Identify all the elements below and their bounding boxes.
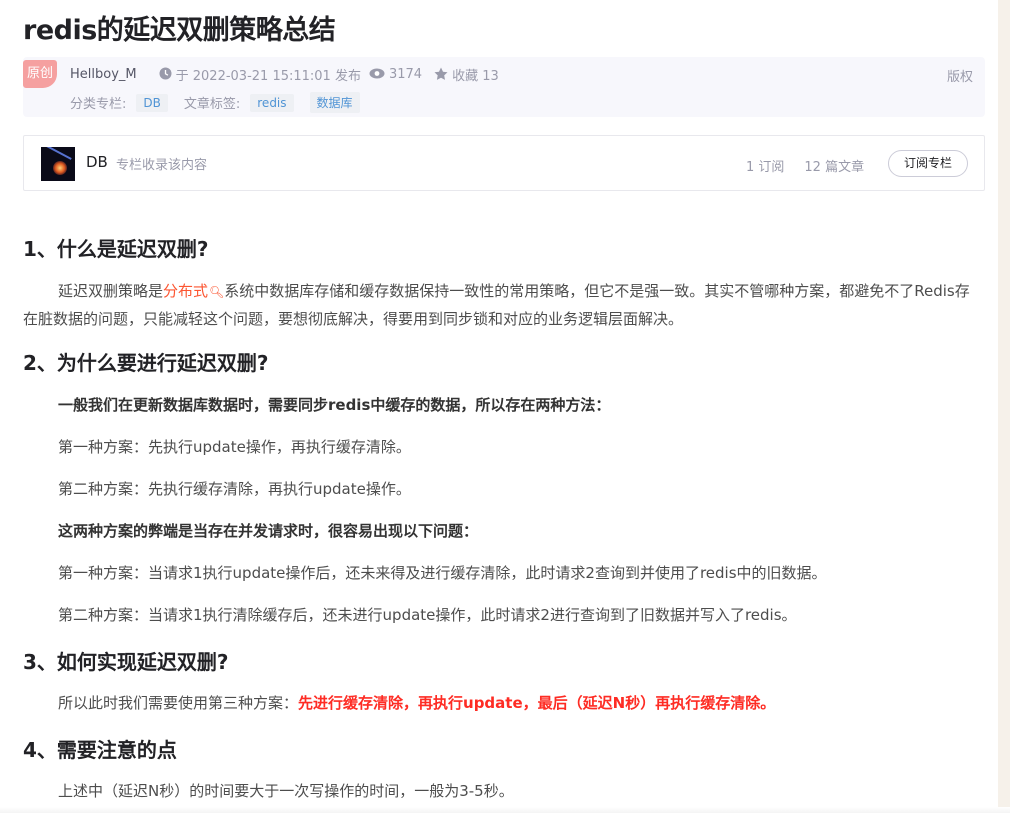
- distributed-keyword-link[interactable]: 分布式🔍︎: [163, 282, 224, 300]
- section-heading-4: 4、需要注意的点: [23, 738, 177, 762]
- tag-redis[interactable]: redis: [250, 93, 294, 112]
- publish-time: 于 2022-03-21 15:11:01 发布: [175, 69, 361, 84]
- paragraph-option-1: 第一种方案：先执行update操作，再执行缓存清除。: [58, 438, 411, 456]
- eye-icon: [369, 68, 385, 82]
- column-subtitle: 专栏收录该内容: [116, 158, 208, 173]
- copyright-link[interactable]: 版权: [947, 66, 973, 85]
- paragraph-intro: 延迟双删策略是分布式🔍︎系统中数据库存储和缓存数据保持一致性的常用策略，但它不是…: [23, 278, 978, 333]
- subscribe-column-button[interactable]: 订阅专栏: [888, 150, 968, 177]
- paragraph-problem-2: 第二种方案：当请求1执行清除缓存后，还未进行update操作，此时请求2进行查询…: [58, 606, 797, 624]
- category-label: 分类专栏:: [70, 97, 127, 112]
- column-thumbnail[interactable]: [41, 147, 75, 181]
- solution-emphasis: 先进行缓存清除，再执行update，最后（延迟N秒）再执行缓存清除。: [298, 694, 776, 712]
- paragraph-option-2: 第二种方案：先执行缓存清除，再执行update操作。: [58, 480, 411, 498]
- clock-icon: [159, 67, 172, 83]
- paragraph-problem-1: 第一种方案：当请求1执行update操作后，还未来得及进行缓存清除，此时请求2查…: [58, 564, 827, 582]
- column-subscribers: 1 订阅: [746, 160, 785, 175]
- paragraph-note: 上述中（延迟N秒）的时间要大于一次写操作的时间，一般为3-5秒。: [58, 782, 514, 800]
- view-count: 3174: [388, 67, 423, 82]
- section-heading-2: 2、为什么要进行延迟双删?: [23, 351, 269, 375]
- search-icon: 🔍︎: [209, 285, 225, 299]
- tags-label: 文章标签:: [183, 97, 241, 112]
- section-heading-3: 3、如何实现延迟双删?: [23, 650, 229, 674]
- star-icon[interactable]: [434, 67, 448, 83]
- paragraph-bold-2: 这两种方案的弊端是当存在并发请求时，很容易出现以下问题：: [58, 522, 479, 540]
- tag-database[interactable]: 数据库: [309, 92, 360, 113]
- paragraph-bold-1: 一般我们在更新数据库数据时，需要同步redis中缓存的数据，所以存在两种方法：: [58, 396, 611, 414]
- author-link[interactable]: Hellboy_M: [70, 67, 137, 82]
- paragraph-solution: 所以此时我们需要使用第三种方案：先进行缓存清除，再执行update，最后（延迟N…: [58, 694, 776, 712]
- column-article-count: 12 篇文章: [804, 160, 865, 175]
- column-name[interactable]: DB: [86, 153, 108, 171]
- category-tag-db[interactable]: DB: [136, 93, 168, 112]
- bottom-edge: [0, 807, 1010, 813]
- article-title: redis的延迟双删策略总结: [23, 15, 336, 46]
- column-stats: 1 订阅 12 篇文章: [746, 156, 864, 175]
- article-meta-bar: 原创 Hellboy_M 于 2022-03-21 15:11:01 发布 31…: [23, 57, 985, 117]
- intro-text-pre: 延迟双删策略是: [58, 282, 164, 300]
- original-badge: 原创: [23, 60, 57, 88]
- section-heading-1: 1、什么是延迟双删?: [23, 237, 209, 261]
- meta-tags-row: 分类专栏: DB 文章标签: redis 数据库: [70, 92, 370, 113]
- page-right-edge: [998, 0, 1010, 813]
- column-card: DB 专栏收录该内容 1 订阅 12 篇文章 订阅专栏: [23, 135, 985, 191]
- meta-info-row: Hellboy_M 于 2022-03-21 15:11:01 发布 3174 …: [70, 65, 507, 84]
- favorite-count[interactable]: 收藏 13: [452, 65, 499, 84]
